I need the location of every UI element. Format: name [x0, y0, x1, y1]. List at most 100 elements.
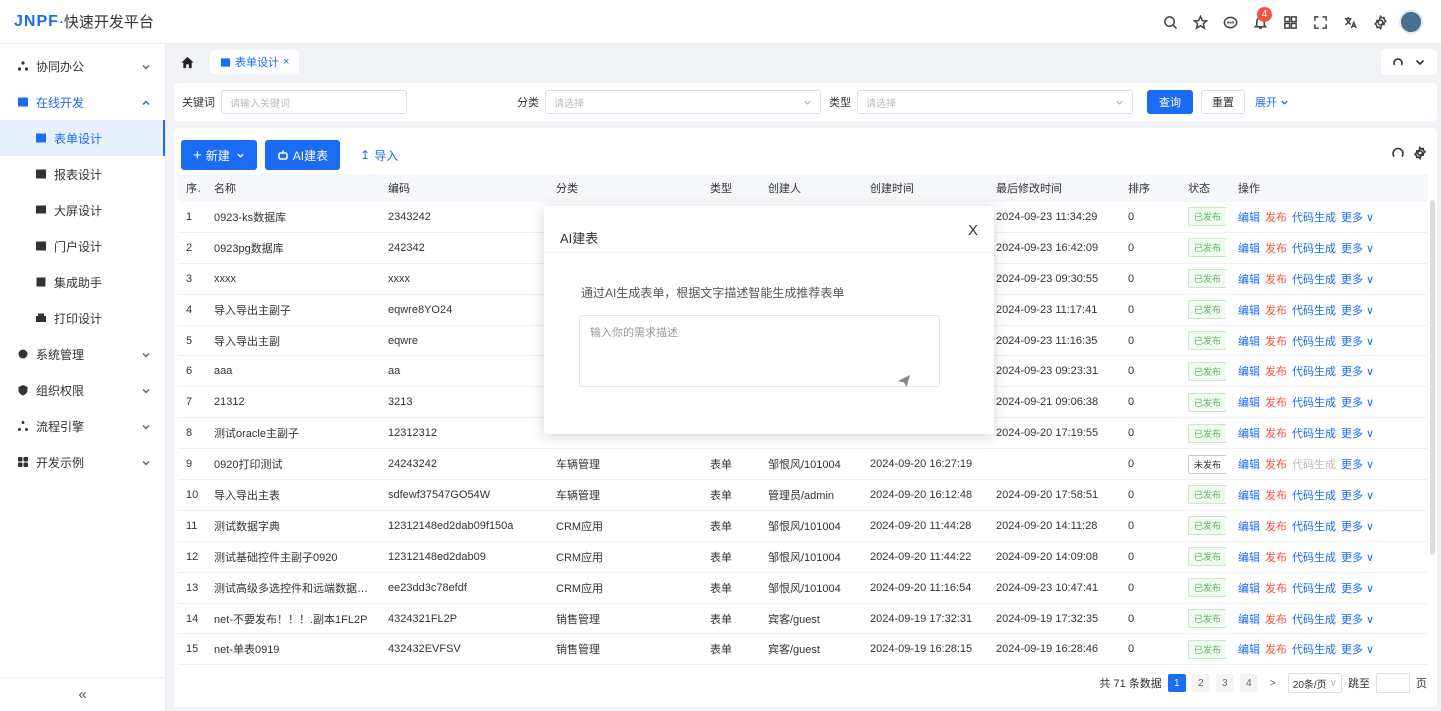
ai-create-button[interactable]: AI建表 — [264, 140, 341, 170]
chat-icon[interactable] — [1215, 7, 1245, 37]
edit-link[interactable]: 编辑 — [1238, 336, 1260, 348]
chevron-down-icon[interactable] — [1414, 56, 1426, 68]
publish-link[interactable]: 发布 — [1265, 614, 1287, 626]
new-button[interactable]: + 新建 — [181, 140, 257, 170]
keyword-input[interactable]: 请输入关键词 — [221, 90, 407, 114]
refresh-icon[interactable] — [1392, 56, 1404, 68]
table-row[interactable]: 10 导入导出主表 sdfewf37547GO54W 车辆管理 表单 管理员/admin 2… — [178, 480, 1428, 511]
publish-link[interactable]: 发布 — [1265, 644, 1287, 656]
edit-link[interactable]: 编辑 — [1238, 274, 1260, 286]
publish-link[interactable]: 发布 — [1265, 243, 1287, 255]
sidebar-collapse-button[interactable]: « — [0, 677, 165, 711]
sidebar-item-org[interactable]: 组织权限 — [0, 372, 165, 408]
edit-link[interactable]: 编辑 — [1238, 552, 1260, 564]
more-link[interactable]: 更多 — [1341, 614, 1363, 626]
page-button[interactable]: 3 — [1215, 674, 1234, 692]
sidebar-item-form-design[interactable]: 表单设计 — [0, 120, 165, 156]
publish-link[interactable]: 发布 — [1265, 428, 1287, 440]
codegen-link[interactable]: 代码生成 — [1292, 274, 1336, 286]
home-icon[interactable] — [174, 49, 200, 75]
more-link[interactable]: 更多 — [1341, 583, 1363, 595]
publish-link[interactable]: 发布 — [1265, 583, 1287, 595]
table-row[interactable]: 15 net-单表0919 432432EVFSV 销售管理 表单 宾客/guest 202… — [178, 634, 1428, 666]
sidebar-item-flow[interactable]: 流程引擎 — [0, 408, 165, 444]
settings-icon[interactable] — [1413, 146, 1427, 160]
codegen-link[interactable]: 代码生成 — [1292, 552, 1336, 564]
codegen-link[interactable]: 代码生成 — [1292, 366, 1336, 378]
sidebar-item-integration[interactable]: 集成助手 — [0, 264, 165, 300]
sidebar-item-examples[interactable]: 开发示例 — [0, 444, 165, 480]
expand-link[interactable]: 展开 — [1255, 94, 1289, 110]
edit-link[interactable]: 编辑 — [1238, 459, 1260, 471]
more-link[interactable]: 更多 — [1341, 521, 1363, 533]
reset-button[interactable]: 重置 — [1201, 90, 1245, 114]
search-icon[interactable] — [1155, 7, 1185, 37]
more-link[interactable]: 更多 — [1341, 397, 1363, 409]
edit-link[interactable]: 编辑 — [1238, 521, 1260, 533]
more-link[interactable]: 更多 — [1341, 274, 1363, 286]
edit-link[interactable]: 编辑 — [1238, 428, 1260, 440]
sidebar-item-dev[interactable]: 在线开发 — [0, 84, 165, 120]
edit-link[interactable]: 编辑 — [1238, 366, 1260, 378]
sidebar-item-collab[interactable]: 协同办公 — [0, 48, 165, 84]
next-page-button[interactable]: > — [1263, 674, 1282, 692]
fullscreen-icon[interactable] — [1305, 7, 1335, 37]
edit-link[interactable]: 编辑 — [1238, 243, 1260, 255]
more-link[interactable]: 更多 — [1341, 305, 1363, 317]
more-link[interactable]: 更多 — [1341, 490, 1363, 502]
page-button[interactable]: 4 — [1239, 674, 1258, 692]
more-link[interactable]: 更多 — [1341, 552, 1363, 564]
more-link[interactable]: 更多 — [1341, 644, 1363, 656]
sidebar-item-screen-design[interactable]: 大屏设计 — [0, 192, 165, 228]
apps-icon[interactable] — [1275, 7, 1305, 37]
sidebar-item-print-design[interactable]: 打印设计 — [0, 300, 165, 336]
star-icon[interactable] — [1185, 7, 1215, 37]
jump-input[interactable] — [1376, 673, 1410, 693]
refresh-icon[interactable] — [1391, 146, 1405, 160]
codegen-link[interactable]: 代码生成 — [1292, 490, 1336, 502]
codegen-link[interactable]: 代码生成 — [1292, 644, 1336, 656]
type-select[interactable]: 请选择 — [857, 90, 1133, 114]
settings-icon[interactable] — [1365, 7, 1395, 37]
send-icon[interactable] — [897, 374, 911, 391]
publish-link[interactable]: 发布 — [1265, 397, 1287, 409]
more-link[interactable]: 更多 — [1341, 243, 1363, 255]
edit-link[interactable]: 编辑 — [1238, 397, 1260, 409]
codegen-link[interactable]: 代码生成 — [1292, 243, 1336, 255]
tab-form-design[interactable]: 表单设计 × — [210, 50, 300, 74]
table-row[interactable]: 12 测试基础控件主副子0920 12312148ed2dab09 CRM应用 表单 邹恨… — [178, 542, 1428, 573]
publish-link[interactable]: 发布 — [1265, 459, 1287, 471]
sidebar-item-report-design[interactable]: 报表设计 — [0, 156, 165, 192]
user-avatar[interactable] — [1399, 10, 1423, 34]
codegen-link[interactable]: 代码生成 — [1292, 212, 1336, 224]
page-size-select[interactable]: 20条/页 ∨ — [1287, 673, 1342, 693]
publish-link[interactable]: 发布 — [1265, 552, 1287, 564]
category-select[interactable]: 请选择 — [545, 90, 821, 114]
edit-link[interactable]: 编辑 — [1238, 305, 1260, 317]
query-button[interactable]: 查询 — [1147, 90, 1193, 114]
edit-link[interactable]: 编辑 — [1238, 614, 1260, 626]
page-button[interactable]: 1 — [1167, 674, 1186, 692]
codegen-link[interactable]: 代码生成 — [1292, 397, 1336, 409]
publish-link[interactable]: 发布 — [1265, 336, 1287, 348]
publish-link[interactable]: 发布 — [1265, 490, 1287, 502]
app-logo[interactable]: JNPF · 快速开发平台 — [14, 11, 154, 32]
publish-link[interactable]: 发布 — [1265, 305, 1287, 317]
tab-close-icon[interactable]: × — [283, 56, 289, 68]
bell-icon[interactable]: 4 — [1245, 7, 1275, 37]
requirement-textarea[interactable]: 输入你的需求描述 — [579, 315, 940, 387]
edit-link[interactable]: 编辑 — [1238, 212, 1260, 224]
codegen-link[interactable]: 代码生成 — [1292, 336, 1336, 348]
import-button[interactable]: ↥ 导入 — [360, 147, 398, 164]
sidebar-item-system[interactable]: 系统管理 — [0, 336, 165, 372]
table-row[interactable]: 13 测试高级多选控件和远端数据主... ee23dd3c78efdf CRM应用 表单… — [178, 573, 1428, 604]
table-scrollbar[interactable] — [1430, 200, 1435, 555]
sidebar-item-portal-design[interactable]: 门户设计 — [0, 228, 165, 264]
more-link[interactable]: 更多 — [1341, 366, 1363, 378]
more-link[interactable]: 更多 — [1341, 336, 1363, 348]
translate-icon[interactable] — [1335, 7, 1365, 37]
publish-link[interactable]: 发布 — [1265, 212, 1287, 224]
publish-link[interactable]: 发布 — [1265, 521, 1287, 533]
codegen-link[interactable]: 代码生成 — [1292, 428, 1336, 440]
codegen-link[interactable]: 代码生成 — [1292, 521, 1336, 533]
